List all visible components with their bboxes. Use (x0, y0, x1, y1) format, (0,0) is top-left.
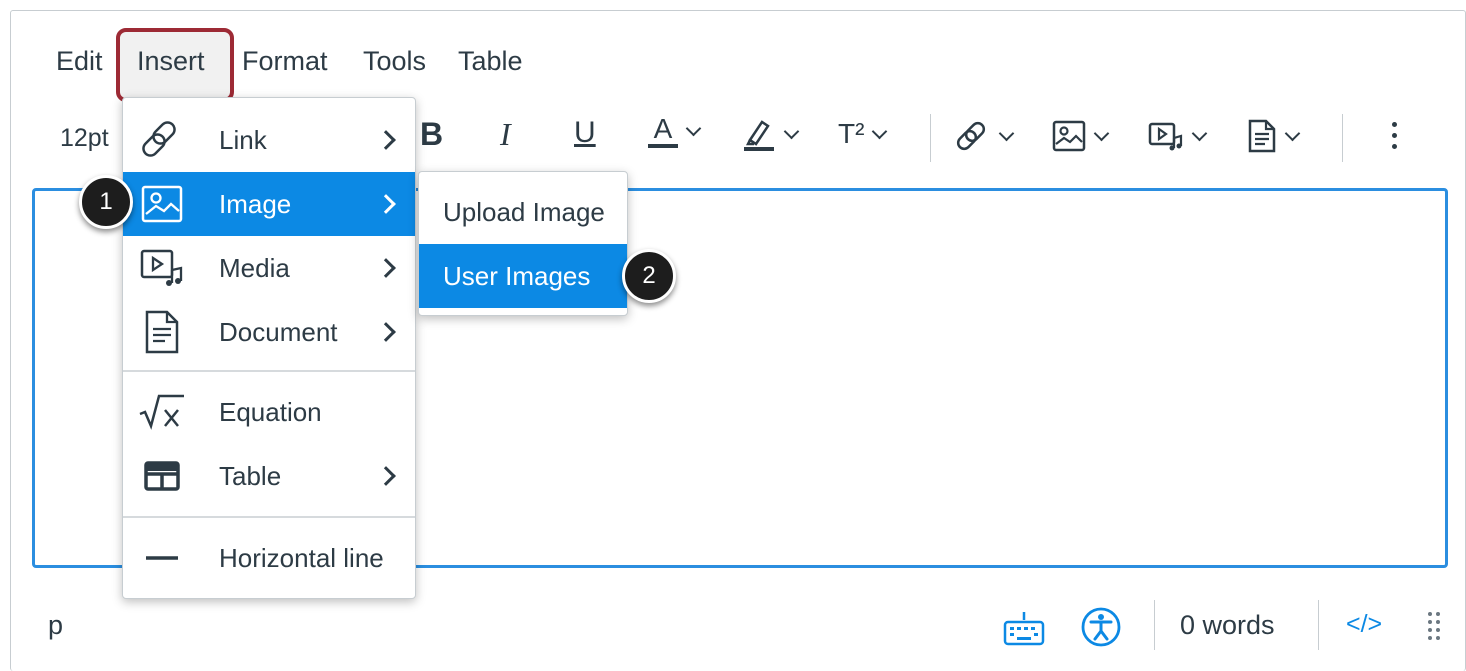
resize-handle-icon[interactable] (1428, 612, 1440, 640)
table-icon (137, 454, 187, 498)
html-editor-toggle[interactable]: </> (1346, 610, 1382, 639)
menu-item-label: Image (219, 188, 292, 219)
menu-divider (123, 370, 415, 372)
submenu-item-upload-image[interactable]: Upload Image (419, 180, 627, 244)
submenu-item-label: User Images (443, 260, 591, 291)
chevron-down-icon (872, 123, 888, 139)
chevron-right-icon (376, 322, 396, 342)
word-count: 0 words (1180, 610, 1275, 640)
accessibility-checker-icon[interactable] (1080, 606, 1122, 648)
chevron-down-icon (1191, 125, 1208, 141)
menu-item-media[interactable]: Media (123, 236, 415, 300)
menu-item-label: Horizontal line (219, 542, 384, 573)
image-icon (137, 182, 187, 226)
menu-item-label: Equation (219, 396, 322, 427)
chevron-right-icon (376, 466, 396, 486)
more-options-icon[interactable] (1392, 122, 1397, 149)
bold-button[interactable]: B (420, 116, 443, 153)
italic-button[interactable]: I (500, 116, 511, 153)
underline-button[interactable]: U (574, 116, 596, 150)
chevron-down-icon (1284, 125, 1301, 141)
menu-table[interactable]: Table (458, 46, 523, 77)
menu-item-label: Table (219, 460, 282, 491)
link-button[interactable] (955, 118, 1015, 154)
status-bar: p 0 words </> (0, 598, 1466, 658)
menu-item-table[interactable]: Table (123, 444, 415, 508)
menu-divider (123, 516, 415, 518)
media-icon (1148, 122, 1183, 151)
document-button[interactable] (1247, 118, 1301, 154)
menu-item-label: Link (219, 124, 267, 155)
toolbar-divider (930, 114, 931, 162)
media-button[interactable] (1148, 120, 1208, 152)
image-icon (1052, 120, 1086, 152)
menu-format[interactable]: Format (242, 46, 328, 77)
chevron-down-icon (998, 125, 1015, 141)
status-divider (1154, 600, 1155, 650)
document-icon (137, 310, 187, 354)
keyboard-shortcuts-icon[interactable] (1002, 610, 1046, 646)
menu-item-image[interactable]: Image (123, 172, 415, 236)
menu-item-label: Media (219, 252, 290, 283)
toolbar-divider (1342, 114, 1343, 162)
highlight-color-button[interactable] (742, 116, 800, 152)
menu-tools[interactable]: Tools (363, 46, 426, 77)
text-color-letter: A (653, 113, 673, 144)
superscript-button[interactable]: T² (838, 118, 888, 150)
link-icon (956, 121, 986, 151)
element-path[interactable]: p (48, 610, 63, 641)
submenu-item-user-images[interactable]: User Images (419, 244, 627, 308)
highlighter-icon (744, 120, 774, 151)
image-button[interactable] (1052, 120, 1110, 152)
media-icon (137, 246, 187, 290)
superscript-label: T² (838, 118, 865, 149)
menu-edit[interactable]: Edit (56, 46, 103, 77)
equation-icon (137, 390, 187, 434)
text-color-bar (648, 144, 678, 148)
chevron-right-icon (376, 258, 396, 278)
text-color-button[interactable]: A (648, 113, 702, 148)
chevron-right-icon (376, 194, 396, 214)
chevron-down-icon (685, 120, 702, 136)
font-size-select[interactable]: 12pt (60, 124, 109, 153)
status-divider (1318, 600, 1319, 650)
menu-item-document[interactable]: Document (123, 300, 415, 364)
image-submenu: Upload Image User Images (418, 171, 628, 316)
submenu-item-label: Upload Image (443, 196, 605, 227)
menu-item-horizontal-line[interactable]: Horizontal line (123, 526, 415, 590)
step-callout-2: 2 (622, 249, 676, 303)
horizontal-line-icon (137, 536, 187, 580)
step-callout-1: 1 (79, 175, 133, 229)
insert-dropdown-menu: Link Image Media Document Equation Table… (122, 97, 416, 599)
document-icon (1248, 119, 1276, 153)
menu-insert[interactable]: Insert (137, 46, 205, 77)
menu-item-equation[interactable]: Equation (123, 380, 415, 444)
chevron-right-icon (376, 130, 396, 150)
chevron-down-icon (1093, 125, 1110, 141)
menu-item-label: Document (219, 316, 338, 347)
menu-item-link[interactable]: Link (123, 108, 415, 172)
link-icon (137, 118, 187, 162)
chevron-down-icon (783, 123, 800, 139)
